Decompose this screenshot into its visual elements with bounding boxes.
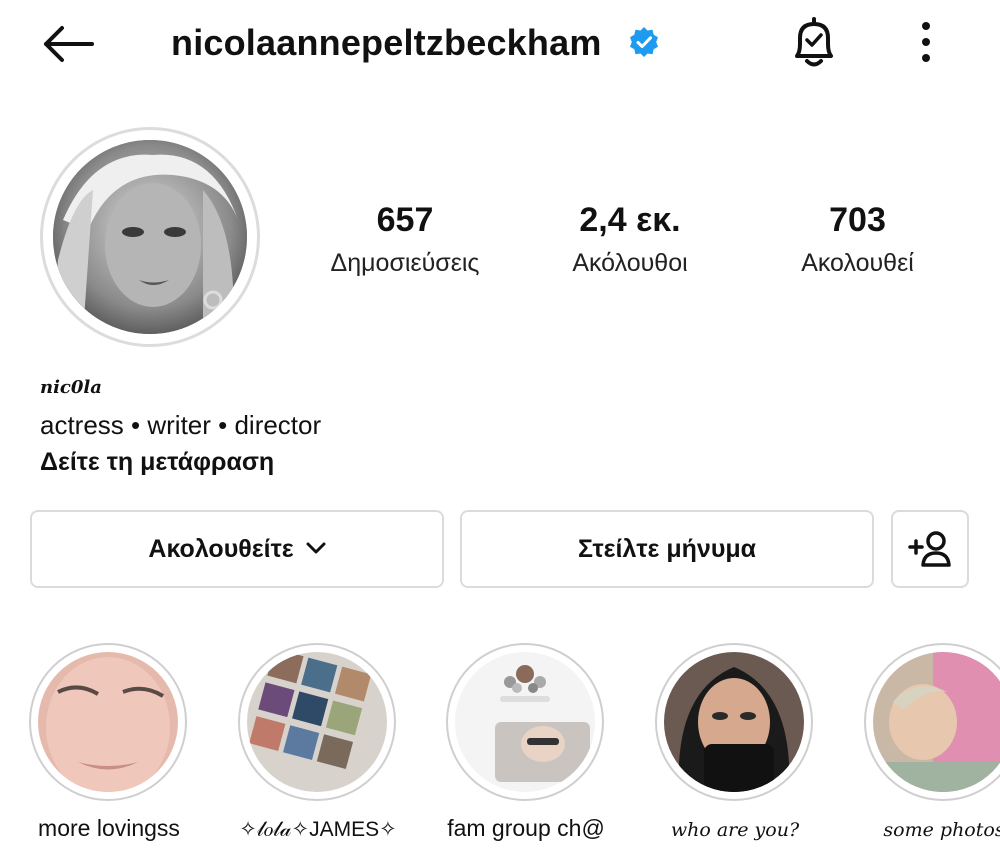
highlight-ring <box>655 643 813 801</box>
story-highlight[interactable]: fam group ch@ <box>446 643 606 841</box>
highlight-cover <box>664 652 804 792</box>
posts-count: 657 <box>376 201 434 239</box>
followers-label: Ακόλουθοι <box>572 249 688 277</box>
highlight-label: who are you? <box>670 819 800 841</box>
highlight-label: some photos <box>883 819 1000 841</box>
story-highlight[interactable]: some photos <box>864 643 1000 841</box>
following-button-label: Ακολουθείτε <box>148 534 294 563</box>
verified-badge-icon <box>628 26 660 58</box>
highlight-label: more lovingss <box>38 815 180 841</box>
add-person-icon <box>908 531 951 567</box>
message-button[interactable]: Στείλτε μήνυμα <box>460 510 874 588</box>
highlight-ring <box>864 643 1000 801</box>
suggested-users-button[interactable] <box>891 510 969 588</box>
chevron-down-icon <box>306 542 326 554</box>
story-highlight[interactable]: who are you? <box>655 643 815 841</box>
profile-username: nicolaannepeltzbeckham <box>171 22 602 63</box>
story-highlight[interactable]: more lovingss <box>29 643 189 841</box>
profile-avatar[interactable] <box>40 127 260 347</box>
avatar-photo <box>53 140 247 334</box>
stat-posts[interactable]: 657 Δημοσιεύσεις <box>310 200 500 278</box>
following-count: 703 <box>829 201 886 239</box>
highlight-cover <box>38 652 178 792</box>
highlight-cover <box>247 652 387 792</box>
story-highlight[interactable]: ✧𝓁𝑜𝓁𝒶✧JAMES✧ <box>238 643 398 841</box>
notification-bell-icon[interactable] <box>788 14 840 70</box>
highlight-ring <box>446 643 604 801</box>
posts-label: Δημοσιεύσεις <box>330 249 480 277</box>
followers-count: 2,4 εκ. <box>579 201 681 239</box>
highlight-label: ✧𝓁𝑜𝓁𝒶✧JAMES✧ <box>239 818 397 841</box>
back-arrow-icon[interactable] <box>38 22 96 66</box>
highlight-label: fam group ch@ <box>447 815 605 841</box>
stat-following[interactable]: 703 Ακολουθεί <box>780 200 935 278</box>
highlight-cover <box>873 652 1000 792</box>
highlight-ring <box>238 643 396 801</box>
bio-display-name: nic0la <box>40 377 102 398</box>
see-translation-link[interactable]: Δείτε τη μετάφραση <box>40 448 274 477</box>
more-options-icon[interactable] <box>912 18 940 68</box>
stat-followers[interactable]: 2,4 εκ. Ακόλουθοι <box>550 200 710 278</box>
top-bar: nicolaannepeltzbeckham <box>0 0 1000 86</box>
bio-text: actress • writer • director <box>40 410 322 440</box>
highlight-cover <box>455 652 595 792</box>
message-button-label: Στείλτε μήνυμα <box>577 534 757 563</box>
following-button[interactable]: Ακολουθείτε <box>30 510 444 588</box>
highlight-ring <box>29 643 187 801</box>
following-label: Ακολουθεί <box>801 249 914 277</box>
